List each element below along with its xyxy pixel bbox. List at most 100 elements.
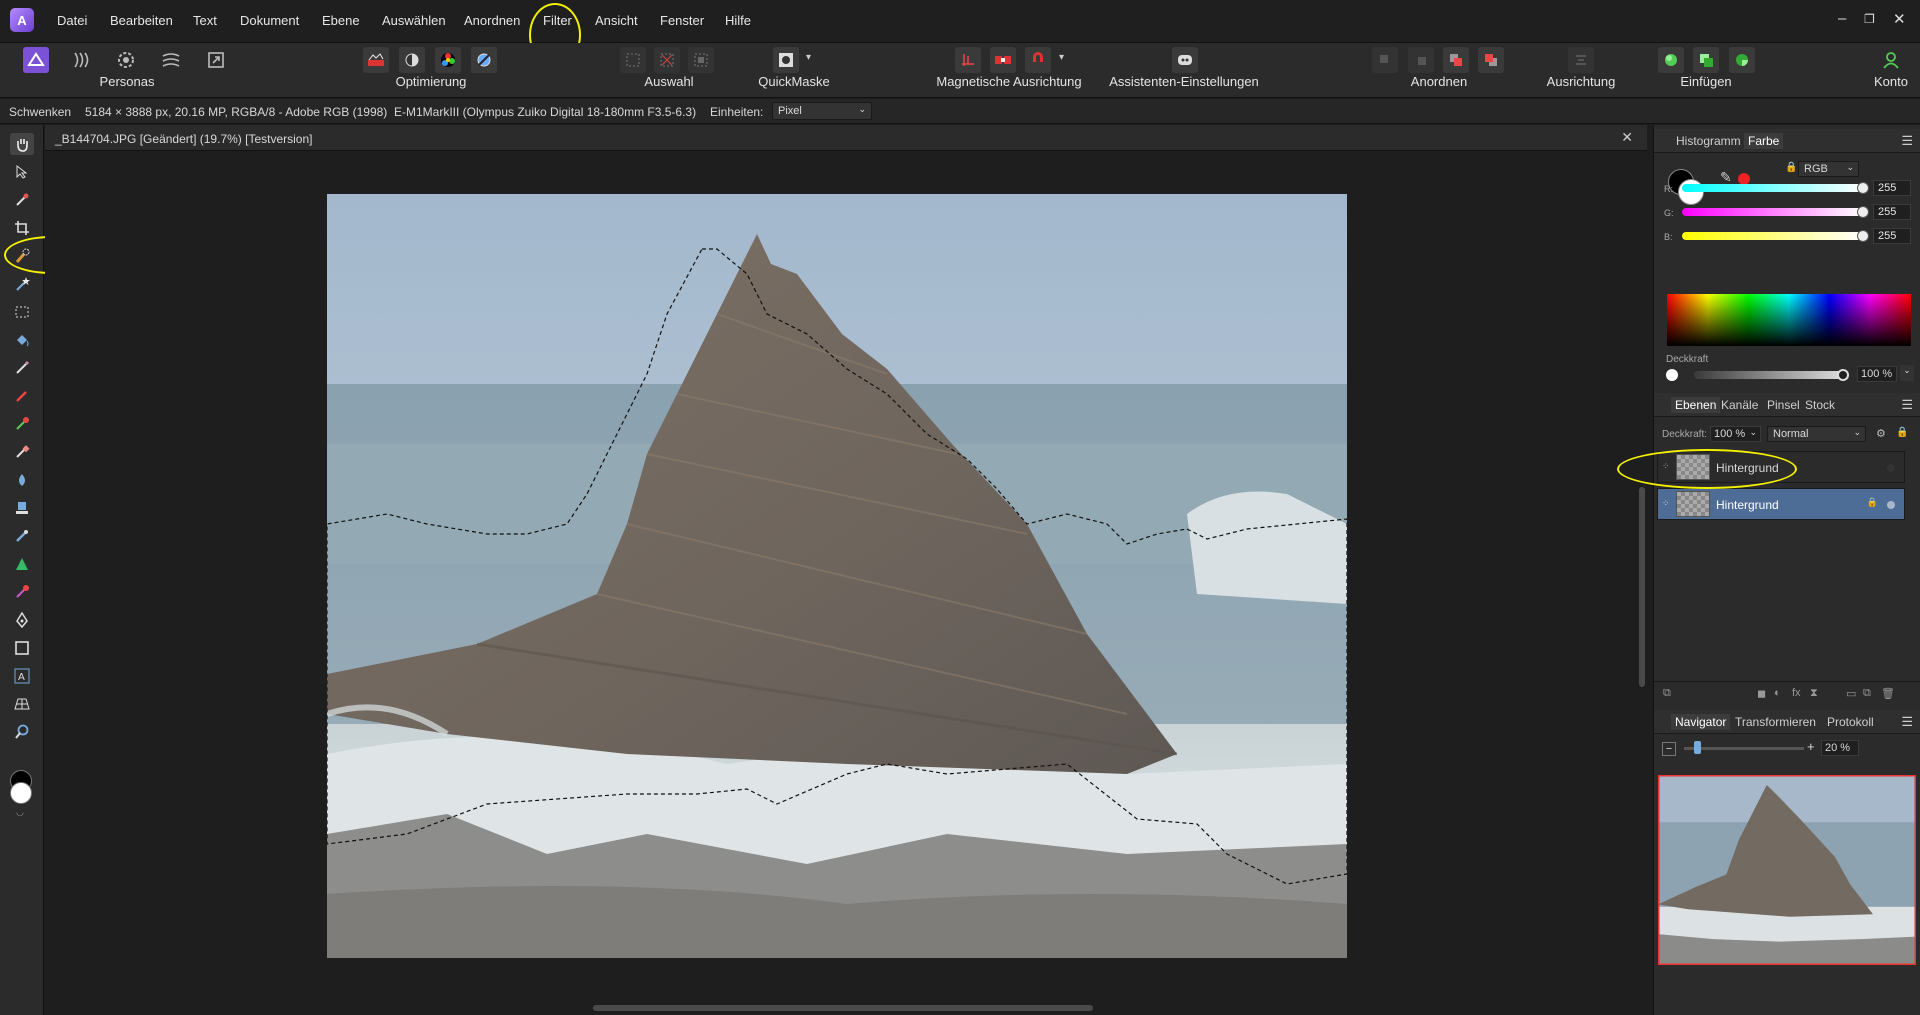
color-picker-tool-icon[interactable] [10, 189, 34, 211]
document-tab[interactable]: _B144704.JPG [Geändert] (19.7%) [Testver… [45, 125, 1647, 151]
channel-g-slider[interactable] [1682, 208, 1862, 216]
tab-protokoll[interactable]: Protokoll [1827, 715, 1874, 729]
zoom-out-button[interactable]: − [1662, 742, 1676, 756]
insert-top-icon[interactable] [1729, 47, 1755, 73]
tab-transformieren[interactable]: Transformieren [1735, 715, 1816, 729]
liquify-persona-icon[interactable] [68, 47, 94, 73]
insert-inside-icon[interactable] [1658, 47, 1684, 73]
layer-mask-icon[interactable]: ⧉ [1663, 687, 1671, 700]
photo-persona-icon[interactable] [23, 47, 49, 73]
horizontal-scrollbar[interactable] [45, 1002, 1637, 1014]
channel-g-knob[interactable] [1857, 206, 1869, 218]
menu-bearbeiten[interactable]: Bearbeiten [110, 13, 173, 28]
develop-persona-icon[interactable] [113, 47, 139, 73]
auto-white-balance-icon[interactable] [471, 47, 497, 73]
tab-ebenen[interactable]: Ebenen [1671, 397, 1721, 413]
live-filter-icon[interactable]: ◐ [1774, 687, 1781, 699]
horizontal-scroll-thumb[interactable] [593, 1005, 1093, 1011]
navigator-preview[interactable] [1658, 775, 1916, 965]
vertical-scroll-thumb[interactable] [1639, 487, 1645, 687]
tab-histogramm[interactable]: Histogramm [1676, 134, 1741, 148]
restore-button[interactable]: ❐ [1864, 12, 1875, 26]
fill-tool-icon[interactable] [10, 329, 34, 351]
layer-lock-icon[interactable]: 🔒 [1867, 497, 1878, 508]
perspective-tool-icon[interactable] [10, 693, 34, 715]
quickmask-dropdown-icon[interactable]: ▾ [806, 52, 811, 63]
flood-select-tool-icon[interactable] [10, 273, 34, 295]
export-persona-icon[interactable] [203, 47, 229, 73]
deselect-icon[interactable] [654, 47, 680, 73]
blend-mode-select[interactable]: Normal ⌄ [1767, 426, 1866, 442]
auto-levels-icon[interactable] [363, 47, 389, 73]
marquee-tool-icon[interactable] [10, 301, 34, 323]
healing-brush-tool-icon[interactable] [10, 525, 34, 547]
window-close-button[interactable]: ✕ [1893, 10, 1906, 28]
channel-b-value[interactable]: 255 [1873, 228, 1911, 244]
gear-icon[interactable]: ⚙ [1876, 427, 1886, 440]
tone-mapping-persona-icon[interactable] [158, 47, 184, 73]
lock-icon[interactable]: 🔒 [1785, 162, 1797, 173]
menu-ebene[interactable]: Ebene [322, 13, 360, 28]
menu-datei[interactable]: Datei [57, 13, 87, 28]
tab-kanaele[interactable]: Kanäle [1721, 398, 1758, 412]
fx-icon[interactable]: fx [1792, 687, 1801, 699]
menu-text[interactable]: Text [193, 13, 217, 28]
menu-anordnen[interactable]: Anordnen [464, 13, 520, 28]
menu-hilfe[interactable]: Hilfe [725, 13, 751, 28]
channel-r-value[interactable]: 255 [1873, 180, 1911, 196]
tab-pinsel[interactable]: Pinsel [1767, 398, 1800, 412]
layer-opacity-select[interactable]: 100 % ⌄ [1710, 426, 1761, 442]
folder-icon[interactable]: ▭ [1846, 687, 1856, 700]
tab-navigator[interactable]: Navigator [1671, 714, 1731, 730]
opacity-dropdown-icon[interactable]: ⌄ [1900, 365, 1914, 381]
hand-tool-icon[interactable] [10, 133, 34, 155]
trash-icon[interactable]: 🗑 [1881, 687, 1895, 700]
zoom-value[interactable]: 20 % [1821, 740, 1859, 756]
color-opacity-value[interactable]: 100 % [1857, 366, 1897, 382]
move-back-icon[interactable] [1372, 47, 1398, 73]
zoom-in-button[interactable]: + [1807, 739, 1815, 754]
insert-behind-icon[interactable] [1693, 47, 1719, 73]
adjustment-icon[interactable]: ◼ [1757, 687, 1766, 700]
quickmask-icon[interactable] [773, 47, 799, 73]
text-tool-icon[interactable]: A [10, 665, 34, 687]
zoom-slider-knob[interactable] [1693, 741, 1701, 754]
gradient-tool-icon[interactable] [10, 553, 34, 575]
layer-visibility-icon[interactable] [1887, 501, 1895, 509]
layer-row-selected[interactable]: ⁘ Hintergrund 🔒 [1657, 488, 1905, 520]
move-forward-icon[interactable] [1408, 47, 1434, 73]
layer-visibility-icon[interactable] [1887, 464, 1895, 472]
rectangle-tool-icon[interactable] [10, 637, 34, 659]
color-mode-select[interactable]: RGB ⌄ [1798, 161, 1859, 177]
select-all-icon[interactable] [620, 47, 646, 73]
invert-selection-icon[interactable] [688, 47, 714, 73]
channel-b-slider[interactable] [1682, 232, 1862, 240]
panel-menu-icon[interactable]: ☰ [1901, 133, 1913, 149]
crop-tool-icon[interactable] [10, 217, 34, 239]
send-to-back-icon[interactable] [1478, 47, 1504, 73]
menu-ansicht[interactable]: Ansicht [595, 13, 638, 28]
zoom-slider[interactable] [1684, 747, 1804, 750]
menu-dokument[interactable]: Dokument [240, 13, 299, 28]
color-opacity-slider[interactable] [1694, 371, 1842, 379]
erase-brush-tool-icon[interactable] [10, 441, 34, 463]
layer-expand-icon[interactable]: ⁘ [1662, 498, 1670, 509]
mesh-warp-tool-icon[interactable] [10, 581, 34, 603]
snapping-toggle-icon[interactable] [990, 47, 1016, 73]
color-spectrum[interactable] [1667, 294, 1911, 346]
pixel-brush-tool-icon[interactable] [10, 385, 34, 407]
color-opacity-knob[interactable] [1837, 369, 1849, 381]
channel-b-knob[interactable] [1857, 230, 1869, 242]
channel-r-knob[interactable] [1857, 182, 1869, 194]
bring-to-front-icon[interactable] [1443, 47, 1469, 73]
clone-tool-icon[interactable] [10, 497, 34, 519]
menu-fenster[interactable]: Fenster [660, 13, 704, 28]
duplicate-icon[interactable]: ⧉ [1863, 687, 1871, 700]
channel-g-value[interactable]: 255 [1873, 204, 1911, 220]
units-select[interactable]: Pixel ⌄ [772, 102, 872, 120]
document-close-icon[interactable]: ✕ [1621, 129, 1633, 146]
auto-colors-icon[interactable] [435, 47, 461, 73]
vertical-scrollbar[interactable] [1637, 152, 1647, 1002]
blur-brush-tool-icon[interactable] [10, 469, 34, 491]
snapping-icon[interactable] [955, 47, 981, 73]
